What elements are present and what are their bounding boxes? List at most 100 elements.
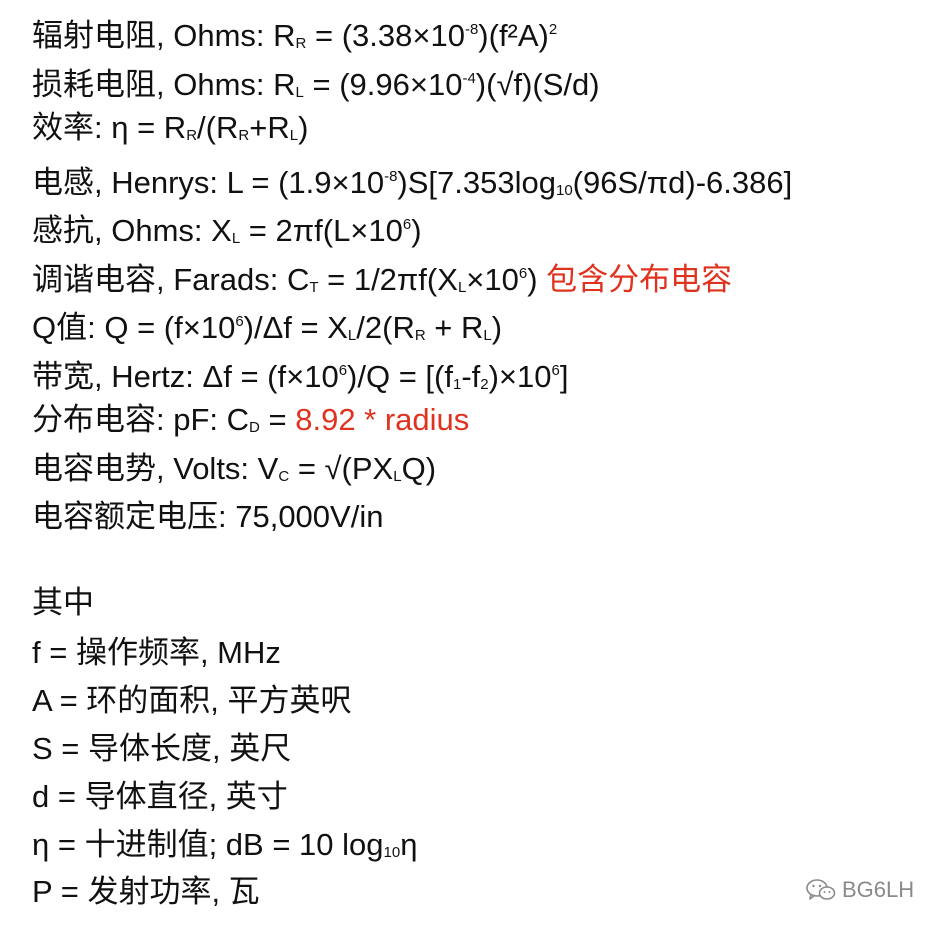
superscript: 6 (551, 362, 560, 379)
text: )(f²A) (478, 18, 549, 53)
subscript: L (295, 84, 304, 101)
text: C (226, 402, 250, 437)
watermark-text: BG6LH (842, 877, 915, 902)
text: (96S/πd)-6.386] (572, 165, 793, 200)
text: = (3.38×10 (306, 18, 465, 53)
text: -f (461, 359, 481, 394)
text: /2(R (356, 310, 415, 345)
subscript: R (414, 327, 426, 344)
subscript: C (278, 468, 290, 485)
text: +R (249, 110, 290, 145)
text: ) (411, 213, 422, 248)
superscript: 6 (235, 313, 244, 330)
text: Q = (f×10 (104, 310, 236, 345)
text: P = 发射功率, 瓦 (32, 874, 260, 909)
highlight-note: 8.92 * radius (295, 402, 470, 437)
formula-distributed-capacitance: 分布电容: pF: CD = 8.92 * radius (32, 400, 469, 440)
subscript: T (309, 279, 319, 296)
text: L = (1.9×10 (226, 165, 385, 200)
label: 辐射电阻, Ohms: (32, 18, 274, 53)
text: )(√f)(S/d) (475, 67, 600, 102)
formula-bandwidth: 带宽, Hertz: Δf = (f×106)/Q = [(f1-f2)×106… (32, 351, 569, 394)
text: R (273, 67, 296, 102)
formula-radiation-resistance: 辐射电阻, Ohms: RR = (3.38×10-8)(f²A)2 (32, 10, 558, 53)
formula-capacitor-rating: 电容额定电压: 75,000V/in (32, 497, 383, 537)
definition-a: A = 环的面积, 平方英呎 (32, 681, 352, 721)
text: )/Q = [(f (347, 359, 453, 394)
text: = 2πf(L×10 (240, 213, 403, 248)
text: + R (425, 310, 484, 345)
definition-s: S = 导体长度, 英尺 (32, 729, 291, 769)
heading-text: 其中 (32, 585, 94, 620)
text: = 1/2πf(X (318, 262, 458, 297)
label: 电容电势, Volts: (32, 451, 258, 486)
text: ) (527, 262, 547, 297)
definition-d: d = 导体直径, 英寸 (32, 777, 288, 817)
superscript: 2 (548, 21, 558, 38)
text: ×10 (466, 262, 519, 297)
subscript: L (231, 230, 241, 247)
text: S = 导体长度, 英尺 (32, 731, 292, 766)
formula-loss-resistance: 损耗电阻, Ohms: RL = (9.96×10-4)(√f)(S/d) (32, 59, 600, 102)
label: 感抗, Ohms: (32, 213, 212, 248)
text: C (286, 262, 310, 297)
label: 电容额定电压: 75,000V/in (32, 499, 384, 534)
text: d = 导体直径, 英寸 (32, 779, 288, 814)
text: Q) (401, 451, 437, 486)
text: = (259, 402, 296, 437)
subscript: 10 (383, 844, 401, 861)
text: )×10 (488, 359, 552, 394)
subscript: L (483, 327, 492, 344)
subscript: L (347, 327, 357, 344)
subscript: D (249, 419, 260, 436)
subscript: R (295, 35, 307, 52)
label: 损耗电阻, Ohms: (32, 67, 274, 102)
text: ] (559, 359, 569, 394)
text: = √(PX (289, 451, 394, 486)
label: Q值: (32, 310, 105, 345)
superscript: -8 (384, 168, 398, 185)
text: )/Δf = X (243, 310, 348, 345)
label: 电感, Henrys: (32, 165, 227, 200)
superscript: 6 (338, 362, 348, 379)
superscript: -8 (464, 21, 479, 38)
subscript: 10 (555, 182, 573, 199)
text: )S[7.353log (397, 165, 556, 200)
subscript: L (289, 127, 299, 144)
label: 效率: (32, 110, 112, 145)
formula-efficiency: 效率: η = RR/(RR+RL) (32, 108, 308, 148)
superscript: 6 (402, 216, 412, 233)
subscript: 2 (480, 376, 489, 393)
text: X (211, 213, 232, 248)
subscript: L (393, 468, 402, 485)
subscript: R (238, 127, 250, 144)
label: 分布电容: pF: (32, 402, 227, 437)
subscript: R (186, 127, 198, 144)
text: ) (491, 310, 503, 345)
formula-inductance: 电感, Henrys: L = (1.9×10-8)S[7.353log10(9… (32, 157, 793, 200)
text: ) (298, 110, 309, 145)
text: A = 环的面积, 平方英呎 (32, 683, 352, 718)
definition-p: P = 发射功率, 瓦 (32, 872, 260, 912)
text: η (400, 827, 418, 862)
label: 调谐电容, Farads: (32, 262, 287, 297)
formula-q-value: Q值: Q = (f×106)/Δf = XL/2(RR + RL) (32, 302, 503, 345)
wechat-icon (806, 878, 836, 902)
highlight-note: 包含分布电容 (546, 262, 733, 297)
text: R (273, 18, 296, 53)
text: V (257, 451, 279, 486)
text: = (9.96×10 (303, 67, 463, 102)
definition-f: f = 操作频率, MHz (32, 633, 281, 673)
superscript: 6 (518, 265, 528, 282)
where-heading: 其中 (32, 583, 94, 623)
watermark: BG6LH (806, 874, 914, 906)
superscript: -4 (462, 70, 476, 87)
text: η = R (111, 110, 187, 145)
label: 带宽, Hertz: (32, 359, 203, 394)
formula-capacitor-voltage: 电容电势, Volts: VC = √(PXLQ) (32, 449, 436, 489)
text: f = 操作频率, MHz (32, 635, 281, 670)
text: /(R (197, 110, 239, 145)
formula-reactance: 感抗, Ohms: XL = 2πf(L×106) (32, 205, 422, 248)
formula-tuning-capacitance: 调谐电容, Farads: CT = 1/2πf(XL×106) 包含分布电容 (32, 254, 733, 297)
definition-eta: η = 十进制值; dB = 10 log10η (32, 825, 417, 865)
